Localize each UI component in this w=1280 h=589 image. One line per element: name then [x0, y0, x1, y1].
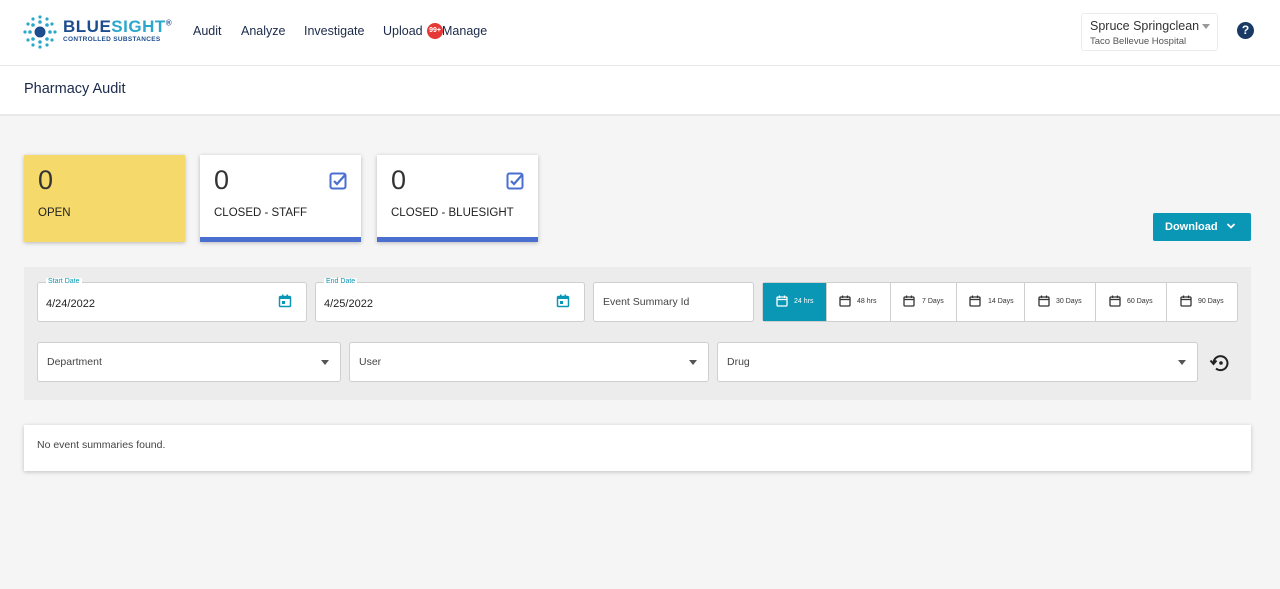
- help-icon[interactable]: ?: [1237, 22, 1254, 39]
- date-range-toggle: 24 hrs 48 hrs 7 Days 14 Days 30 Days 60 …: [762, 282, 1238, 322]
- end-date-value: 4/25/2022: [324, 298, 373, 310]
- calendar-icon: [839, 295, 851, 307]
- event-summary-id-input[interactable]: Event Summary Id: [593, 282, 754, 322]
- page-title: Pharmacy Audit: [24, 81, 126, 97]
- user-menu[interactable]: Spruce Springclean Taco Bellevue Hospita…: [1081, 13, 1218, 51]
- download-button[interactable]: Download: [1153, 213, 1251, 241]
- logo-wordmark: BLUESIGHT®: [63, 17, 173, 36]
- empty-results-message: No event summaries found.: [37, 439, 166, 451]
- range-14-days[interactable]: 14 Days: [957, 283, 1025, 321]
- calendar-icon: [1109, 295, 1121, 307]
- calendar-icon: [903, 295, 915, 307]
- top-navbar: BLUESIGHT® CONTROLLED SUBSTANCES Audit A…: [0, 0, 1280, 66]
- calendar-icon[interactable]: [556, 294, 570, 308]
- range-label: 24 hrs: [794, 298, 814, 305]
- start-date-field[interactable]: Start Date 4/24/2022: [37, 278, 307, 322]
- nav-item-analyze[interactable]: Analyze: [241, 24, 285, 38]
- dropdown-arrow-icon: [321, 360, 329, 365]
- dropdown-arrow-icon: [689, 360, 697, 365]
- card-label: OPEN: [38, 207, 71, 219]
- dropdown-arrow-icon: [1178, 360, 1186, 365]
- closed-staff-card[interactable]: 0 CLOSED - STAFF: [200, 155, 361, 242]
- user-hospital: Taco Bellevue Hospital: [1090, 36, 1187, 47]
- card-accent-bar: [377, 237, 538, 242]
- range-30-days[interactable]: 30 Days: [1025, 283, 1096, 321]
- user-placeholder: User: [359, 356, 382, 368]
- nav-item-audit[interactable]: Audit: [193, 24, 222, 38]
- end-date-field[interactable]: End Date 4/25/2022: [315, 278, 585, 322]
- calendar-icon: [776, 295, 788, 307]
- card-count: 0: [214, 165, 230, 195]
- download-label: Download: [1165, 221, 1218, 233]
- card-accent-bar: [200, 237, 361, 242]
- start-date-label: Start Date: [46, 278, 82, 285]
- range-label: 30 Days: [1056, 298, 1082, 305]
- range-48-hrs[interactable]: 48 hrs: [827, 283, 891, 321]
- page-header: Pharmacy Audit: [0, 66, 1280, 116]
- card-count: 0: [38, 165, 54, 195]
- card-count: 0: [391, 165, 407, 195]
- logo-tagline: CONTROLLED SUBSTANCES: [63, 36, 161, 43]
- department-placeholder: Department: [47, 356, 102, 368]
- range-60-days[interactable]: 60 Days: [1096, 283, 1167, 321]
- range-label: 14 Days: [988, 298, 1014, 305]
- range-label: 48 hrs: [857, 298, 877, 305]
- calendar-icon: [969, 295, 981, 307]
- end-date-label: End Date: [324, 278, 358, 285]
- chevron-down-icon: [1202, 24, 1210, 29]
- range-7-days[interactable]: 7 Days: [891, 283, 957, 321]
- bluesight-logo-icon: [23, 15, 57, 49]
- nav-item-investigate[interactable]: Investigate: [304, 24, 364, 38]
- drug-select[interactable]: Drug: [717, 342, 1198, 382]
- event-summary-id-placeholder: Event Summary Id: [603, 296, 690, 308]
- range-label: 7 Days: [922, 298, 944, 305]
- range-24-hrs[interactable]: 24 hrs: [763, 283, 827, 321]
- range-label: 90 Days: [1198, 298, 1224, 305]
- calendar-icon: [1180, 295, 1192, 307]
- nav-item-manage[interactable]: Manage: [442, 24, 487, 38]
- card-label: CLOSED - BLUESIGHT: [391, 207, 514, 219]
- card-label: CLOSED - STAFF: [214, 207, 308, 219]
- reset-filters-icon[interactable]: [1208, 351, 1232, 375]
- user-name: Spruce Springclean: [1090, 19, 1200, 33]
- range-90-days[interactable]: 90 Days: [1167, 283, 1237, 321]
- drug-placeholder: Drug: [727, 356, 750, 368]
- closed-bluesight-card[interactable]: 0 CLOSED - BLUESIGHT: [377, 155, 538, 242]
- user-select[interactable]: User: [349, 342, 709, 382]
- chevron-down-icon: [1226, 223, 1236, 229]
- nav-item-upload[interactable]: Upload: [383, 24, 423, 38]
- checkbox-checked-icon[interactable]: [506, 172, 524, 190]
- start-date-value: 4/24/2022: [46, 298, 95, 310]
- results-panel: No event summaries found.: [24, 425, 1251, 471]
- department-select[interactable]: Department: [37, 342, 341, 382]
- notification-badge: 99+: [427, 23, 443, 39]
- calendar-icon[interactable]: [278, 294, 292, 308]
- calendar-icon: [1038, 295, 1050, 307]
- checkbox-checked-icon[interactable]: [329, 172, 347, 190]
- range-label: 60 Days: [1127, 298, 1153, 305]
- bluesight-logo[interactable]: BLUESIGHT® CONTROLLED SUBSTANCES: [22, 14, 172, 50]
- open-count-card[interactable]: 0 OPEN: [24, 155, 185, 242]
